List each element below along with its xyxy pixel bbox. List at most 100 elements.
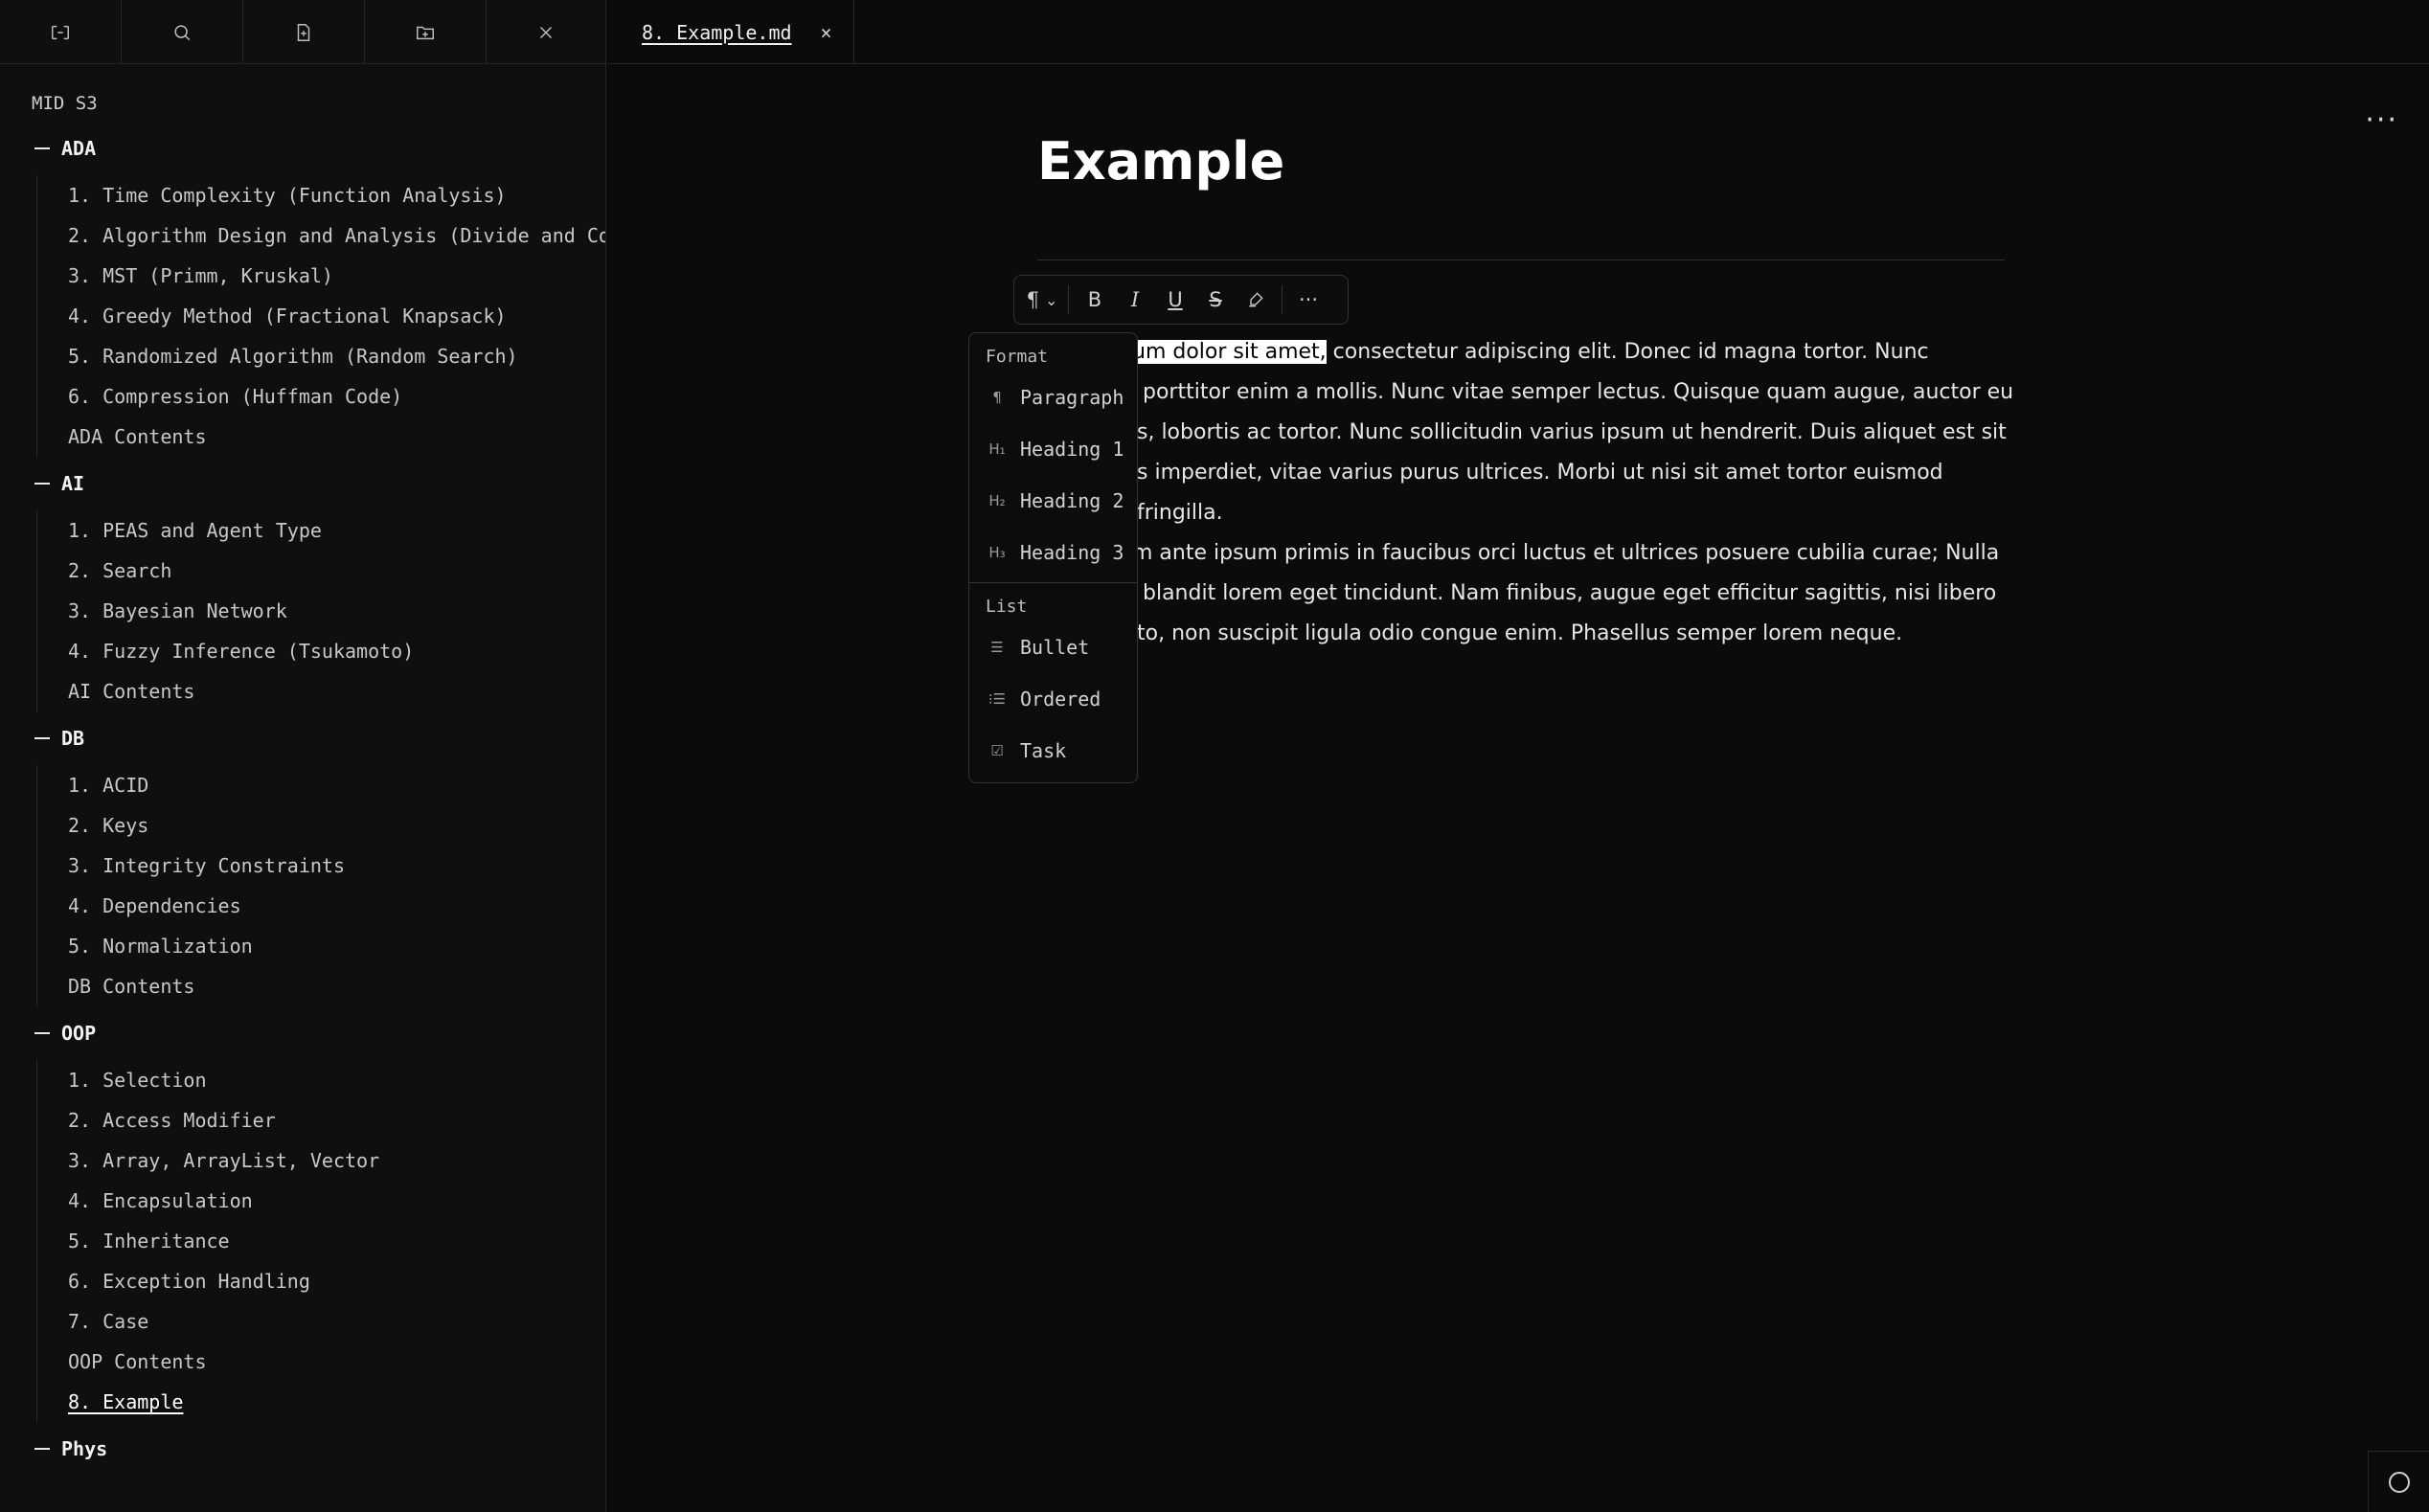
editor-pane: ··· Example ¶ ⌄ B I U S ··· um dolor sit… [607,64,2429,1512]
folder-ai[interactable]: AI [34,457,605,510]
file-tree: MID S3 ADA 1. Time Complexity (Function … [0,64,605,1476]
selected-text: um dolor sit amet, [1132,340,1327,364]
highlight-button[interactable] [1237,281,1275,319]
file-item[interactable]: OOP Contents [37,1342,605,1382]
file-sidebar: MID S3 ADA 1. Time Complexity (Function … [0,0,606,1512]
new-folder-icon [417,26,434,39]
block-type-button[interactable]: ¶ ⌄ [1023,281,1061,319]
collapse-icon [34,147,50,149]
sidebar-toolbar [0,0,605,64]
file-item[interactable]: 6. Exception Handling [37,1261,605,1301]
document-body[interactable]: um dolor sit amet, consectetur adipiscin… [1037,332,2024,654]
folder-label: AI [61,472,85,495]
toolbar-divider [1068,285,1069,314]
tab-example-md[interactable]: 8. Example.md × [630,0,854,64]
collapse-icon [34,737,50,739]
folder-ada[interactable]: ADA [34,122,605,175]
body-line-2: porttitor enim a mollis. Nunc vitae semp… [1143,380,2014,404]
menu-group-label: Format [986,347,1049,367]
file-item[interactable]: 2. Access Modifier [37,1100,605,1140]
folder-phys[interactable]: Phys [34,1422,605,1476]
close-sidebar-button[interactable] [487,0,605,64]
folder-ada-items: 1. Time Complexity (Function Analysis) 2… [36,175,605,457]
file-item[interactable]: 1. Selection [37,1060,605,1100]
body-line-7: to, non suscipit ligula odio congue enim… [1137,621,1903,645]
body-text-span: consectetur adipiscing elit. Donec id ma… [1326,340,1929,364]
formatting-toolbar: ¶ ⌄ B I U S ··· [1013,275,1349,325]
highlight-icon [1249,292,1263,307]
file-item[interactable]: 3. Bayesian Network [37,591,605,631]
menu-item-paragraph[interactable]: ¶ Paragraph [969,372,1137,423]
new-file-button[interactable] [243,0,365,64]
menu-item-label: Heading 2 [1020,489,1124,512]
file-item[interactable]: 4. Fuzzy Inference (Tsukamoto) [37,631,605,671]
italic-button[interactable]: I [1116,281,1154,319]
file-item[interactable]: 6. Compression (Huffman Code) [37,376,605,417]
tab-label: 8. Example.md [642,20,792,44]
file-item[interactable]: 5. Normalization [37,926,605,966]
file-item[interactable]: 4. Encapsulation [37,1181,605,1221]
file-item[interactable]: 4. Dependencies [37,886,605,926]
folder-oop[interactable]: OOP [34,1006,605,1060]
new-folder-button[interactable] [365,0,487,64]
menu-item-label: Task [1020,739,1067,762]
bold-button[interactable]: B [1076,281,1114,319]
file-item[interactable]: 1. PEAS and Agent Type [37,510,605,551]
menu-item-label: Heading 1 [1020,438,1124,461]
menu-item-label: Ordered [1020,688,1101,711]
close-tab-icon[interactable]: × [821,21,832,44]
more-format-button[interactable]: ··· [1289,281,1328,319]
menu-item-bullet[interactable]: ☰ Bullet [969,621,1137,673]
menu-item-heading-3[interactable]: H₃ Heading 3 [969,527,1137,578]
underline-button[interactable]: U [1156,281,1194,319]
block-type-menu: Format ¶ Paragraph H₁ Heading 1 H₂ Headi… [968,332,1138,783]
file-item-active[interactable]: 8. Example [37,1382,605,1422]
file-item[interactable]: 3. Array, ArrayList, Vector [37,1140,605,1181]
file-item[interactable]: 4. Greedy Method (Fractional Knapsack) [37,296,605,336]
file-item[interactable]: 1. Time Complexity (Function Analysis) [37,175,605,215]
menu-item-heading-2[interactable]: H₂ Heading 2 [969,475,1137,527]
collapse-icon [34,1448,50,1450]
ordered-list-icon: ⁝☰ [987,690,1007,708]
collapse-sidebar-button[interactable] [0,0,122,64]
body-line-3: s, lobortis ac tortor. Nunc sollicitudin… [1137,420,2007,444]
menu-item-heading-1[interactable]: H₁ Heading 1 [969,423,1137,475]
file-item[interactable]: 2. Keys [37,805,605,846]
file-item[interactable]: AI Contents [37,671,605,711]
new-file-icon [297,23,310,41]
body-line-4: s imperdiet, vitae varius purus ultrices… [1137,461,1943,525]
body-line-6: blandit lorem eget tincidunt. Nam finibu… [1143,581,1997,605]
file-item[interactable]: 2. Algorithm Design and Analysis (Divide… [37,215,605,256]
file-item[interactable]: 1. ACID [37,765,605,805]
status-button[interactable] [2368,1451,2429,1512]
file-item[interactable]: DB Contents [37,966,605,1006]
file-item[interactable]: 2. Search [37,551,605,591]
file-item[interactable]: ADA Contents [37,417,605,457]
menu-group-label: List [986,597,1028,617]
close-icon [539,26,553,38]
document-title[interactable]: Example [1037,131,1284,192]
file-item[interactable]: 3. Integrity Constraints [37,846,605,886]
chevron-down-icon: ⌄ [1044,290,1058,309]
heading-3-icon: H₃ [988,544,1006,561]
menu-item-task[interactable]: ☑ Task [969,725,1137,777]
file-item[interactable]: 3. MST (Primm, Kruskal) [37,256,605,296]
more-options-button[interactable]: ··· [2365,106,2398,135]
circle-icon [2388,1471,2410,1493]
strikethrough-button[interactable]: S [1196,281,1235,319]
vault-root-label: MID S3 [32,93,98,114]
folder-label: ADA [61,137,97,160]
file-item[interactable]: 5. Inheritance [37,1221,605,1261]
folder-label: OOP [61,1022,97,1045]
app-window: MID S3 ADA 1. Time Complexity (Function … [0,0,2429,1512]
file-item[interactable]: 7. Case [37,1301,605,1342]
file-item[interactable]: 5. Randomized Algorithm (Random Search) [37,336,605,376]
menu-item-ordered[interactable]: ⁝☰ Ordered [969,673,1137,725]
menu-item-label: Bullet [1020,636,1090,659]
paragraph-icon: ¶ [1026,288,1039,311]
folder-ai-items: 1. PEAS and Agent Type 2. Search 3. Baye… [36,510,605,711]
menu-item-label: Heading 3 [1020,541,1124,564]
folder-db[interactable]: DB [34,711,605,765]
bullet-list-icon: ☰ [990,639,1004,656]
search-button[interactable] [122,0,243,64]
